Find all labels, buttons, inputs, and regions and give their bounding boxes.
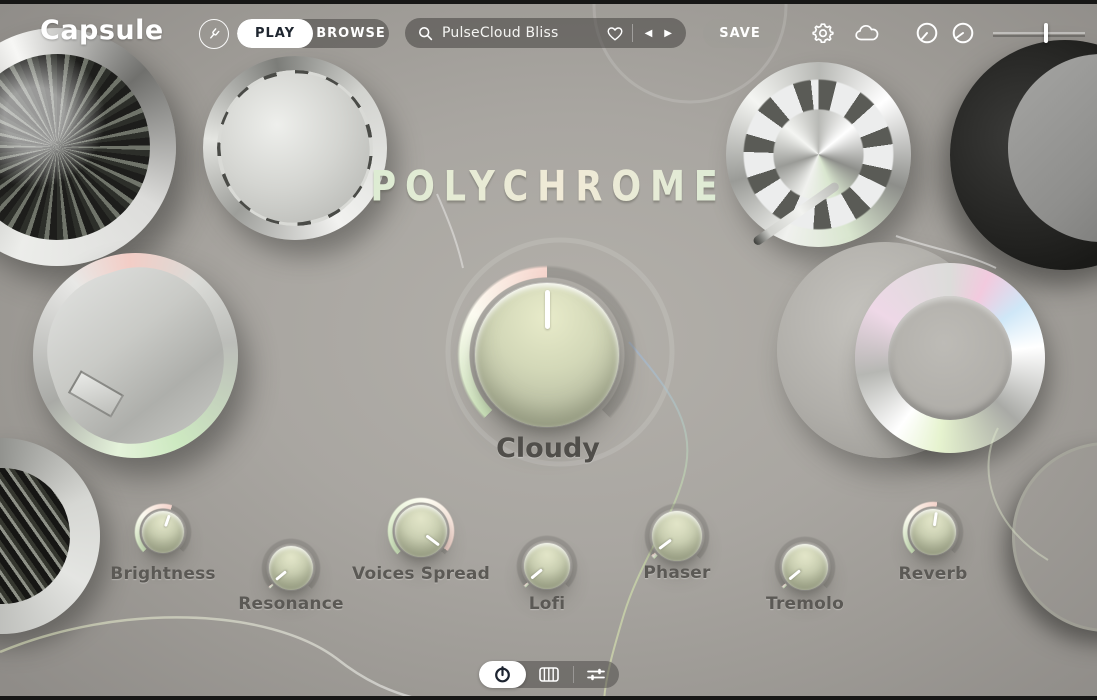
next-preset-button[interactable]: ▶ (664, 28, 672, 39)
decor-knob-top-left (0, 28, 176, 266)
tab-perform[interactable] (479, 661, 526, 688)
knob-phaser[interactable] (644, 503, 710, 569)
knob-view-icon-2 (951, 21, 975, 45)
knob-brightness[interactable] (134, 503, 192, 561)
search-icon (418, 26, 433, 41)
decor-knob-right-middle (855, 263, 1045, 453)
mode-switcher: PLAY BROWSE (237, 19, 389, 48)
tab-keyboard[interactable] (526, 661, 573, 688)
plugin-window: Capsule PLAY BROWSE PulseCloud Bliss (0, 0, 1097, 700)
preset-name: PulseCloud Bliss (442, 25, 606, 41)
knob-label-tremolo: Tremolo (766, 594, 844, 614)
gear-icon (811, 21, 835, 45)
macro-knob-cloudy[interactable] (457, 265, 637, 445)
prev-preset-button[interactable]: ◀ (645, 28, 653, 39)
save-button[interactable]: SAVE (703, 19, 777, 48)
knob-view-icon-1 (915, 21, 939, 45)
tab-browse[interactable]: BROWSE (313, 19, 389, 48)
app-logo: Capsule (40, 15, 164, 46)
knob-voices-spread[interactable] (387, 497, 455, 565)
decor-knob-star (726, 62, 911, 247)
settings-button[interactable] (810, 20, 836, 46)
divider (573, 666, 574, 683)
decor-knob-bottom-left (0, 438, 100, 634)
preset-pack-title: POLYCHROME (66, 163, 1031, 211)
cloud-icon (854, 22, 880, 44)
knob-label-phaser: Phaser (643, 563, 710, 583)
knob-label-brightness: Brightness (110, 564, 215, 584)
preset-nav: ◀ ▶ (645, 28, 672, 39)
knob-lofi[interactable] (516, 535, 578, 597)
cloud-sync-button[interactable] (853, 20, 881, 46)
faders-icon (587, 667, 605, 682)
knob-view-button-1[interactable] (915, 21, 939, 45)
keyboard-icon (539, 667, 559, 682)
top-toolbar: Capsule PLAY BROWSE PulseCloud Bliss (0, 0, 1097, 60)
decor-knob-left-middle (33, 253, 238, 458)
macro-knob-label: Cloudy (496, 433, 600, 464)
knob-pointer (642, 501, 712, 571)
knob-label-resonance: Resonance (238, 594, 344, 614)
tuning-fork-icon (206, 26, 222, 42)
knob-view-button-2[interactable] (951, 21, 975, 45)
decor-knob-bottom-right (1012, 442, 1097, 632)
knob-resonance[interactable] (261, 538, 321, 598)
knob-label-reverb: Reverb (899, 564, 968, 584)
preset-browser-field[interactable]: PulseCloud Bliss ◀ ▶ (405, 18, 686, 48)
window-bottom-edge (0, 696, 1097, 700)
volume-slider-handle[interactable] (1044, 23, 1048, 43)
tab-controls[interactable] (572, 661, 619, 688)
knob-label-lofi: Lofi (529, 594, 566, 614)
decor-knob-top-center-left (203, 56, 387, 240)
knob-reverb[interactable] (902, 501, 964, 563)
knob-tremolo[interactable] (774, 536, 836, 598)
knob-icon (494, 666, 511, 683)
volume-slider[interactable] (993, 23, 1085, 43)
window-top-edge (0, 0, 1097, 4)
decor-knob-top-right (950, 40, 1097, 270)
volume-slider-track[interactable] (993, 32, 1085, 34)
divider (632, 24, 633, 42)
tuning-fork-button[interactable] (199, 19, 229, 49)
knob-pointer (385, 495, 458, 568)
tab-play[interactable]: PLAY (237, 19, 313, 48)
view-switcher (479, 661, 619, 688)
macro-knob-pointer (475, 283, 619, 427)
heart-icon[interactable] (606, 25, 624, 42)
knob-label-voices-spread: Voices Spread (352, 564, 490, 584)
